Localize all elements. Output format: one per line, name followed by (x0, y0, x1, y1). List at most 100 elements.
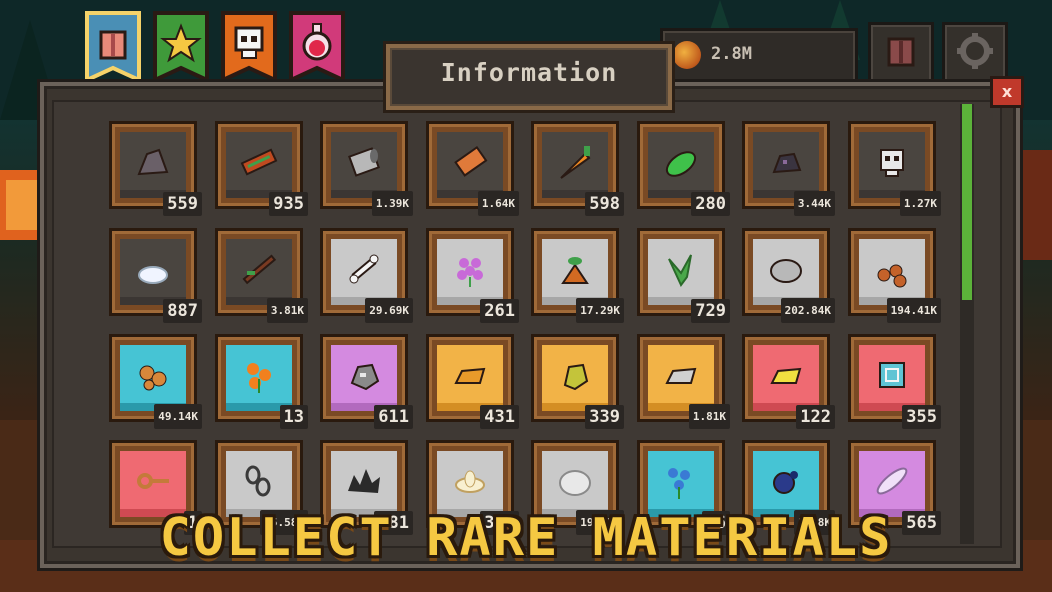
ore-icon (139, 365, 167, 391)
item-slot-background (437, 132, 503, 198)
item-slot[interactable]: 1.39K (320, 121, 413, 216)
blue-flower-icon (668, 468, 690, 499)
item-slot[interactable]: 1.64K (426, 121, 519, 216)
item-slot-background (331, 239, 397, 305)
stone-icon (770, 259, 802, 283)
item-slot[interactable]: 202.84K (742, 228, 835, 323)
herb-icon (668, 254, 692, 287)
item-count: 1.27K (899, 191, 941, 216)
chain-icon (245, 465, 271, 497)
item-slot-background (542, 345, 608, 411)
item-count: 559 (163, 192, 202, 216)
item-count: 887 (163, 299, 202, 323)
plate-icon (559, 470, 591, 496)
item-slot[interactable]: 431 (426, 334, 519, 429)
item-slot[interactable]: 49.14K (109, 334, 202, 429)
item-count: 935 (269, 192, 308, 216)
item-slot[interactable]: 3.44K (742, 121, 835, 216)
item-slot-background (648, 239, 714, 305)
skull-icon (880, 149, 904, 177)
gear-icon (957, 33, 993, 69)
tab-potion[interactable] (288, 10, 346, 84)
close-button[interactable]: x (990, 76, 1024, 108)
item-slot-background (753, 345, 819, 411)
item-count: 49.14K (154, 404, 202, 429)
flower-icon (457, 258, 483, 287)
item-slot[interactable]: 729 (637, 228, 730, 323)
item-count: 3.81K (266, 298, 308, 323)
item-count: 611 (374, 405, 413, 429)
item-slot[interactable]: 3.81K (215, 228, 308, 323)
item-count: 13 (279, 405, 308, 429)
item-slot[interactable]: 355 (848, 334, 941, 429)
log-icon (240, 148, 278, 176)
item-slot[interactable]: 339 (531, 334, 624, 429)
item-count: 729 (691, 299, 730, 323)
item-slot-background (226, 132, 292, 198)
item-slot[interactable]: 261 (426, 228, 519, 323)
item-count: 355 (902, 405, 941, 429)
item-count: 1.64K (477, 191, 519, 216)
item-slot-background (648, 345, 714, 411)
item-count: 1.39K (371, 191, 413, 216)
item-slot-background (859, 239, 925, 305)
berry-icon (773, 471, 798, 494)
rune-stone-icon (879, 362, 905, 388)
coin-amount: 2.8M (711, 44, 752, 64)
item-slot-background (331, 132, 397, 198)
item-count: 29.69K (365, 298, 413, 323)
item-slot[interactable]: 887 (109, 228, 202, 323)
item-slot[interactable]: 611 (320, 334, 413, 429)
inventory-button[interactable] (868, 22, 934, 84)
item-slot[interactable]: 559 (109, 121, 202, 216)
item-slot-background (753, 239, 819, 305)
dark-bush-icon (348, 469, 380, 493)
item-count: 261 (480, 299, 519, 323)
item-slot[interactable]: 935 (215, 121, 308, 216)
item-slot-background (226, 345, 292, 411)
item-slot[interactable]: 1.27K (848, 121, 941, 216)
iron-bar-icon (665, 367, 697, 384)
inventory-icon (887, 37, 915, 67)
coin-balance: 2.8M (660, 28, 858, 84)
item-slot[interactable]: 29.69K (320, 228, 413, 323)
item-slot[interactable]: 598 (531, 121, 624, 216)
leaf-icon (665, 151, 697, 177)
item-count: 17.29K (576, 298, 624, 323)
gold-nugget-icon (563, 363, 589, 391)
item-count: 431 (480, 405, 519, 429)
settings-button[interactable] (942, 22, 1008, 84)
item-slot[interactable]: 13 (215, 334, 308, 429)
item-slot-background (542, 239, 608, 305)
inventory-icon (99, 30, 127, 60)
item-slot[interactable]: 194.41K (848, 228, 941, 323)
item-slot-background (859, 132, 925, 198)
tab-inventory[interactable] (84, 10, 142, 84)
panel-title: Information (440, 58, 618, 87)
item-slot[interactable]: 122 (742, 334, 835, 429)
tab-star[interactable] (152, 10, 210, 84)
item-count: 339 (585, 405, 624, 429)
scrollbar-thumb[interactable] (962, 104, 972, 300)
tab-skull[interactable] (220, 10, 278, 84)
item-count: 280 (691, 192, 730, 216)
firewood-icon (877, 264, 907, 288)
feather-icon (876, 467, 908, 495)
item-slot[interactable]: 280 (637, 121, 730, 216)
sprout-icon (561, 257, 589, 284)
item-count: 194.41K (886, 298, 941, 323)
item-slot[interactable]: 1.81K (637, 334, 730, 429)
item-slot-background (120, 345, 186, 411)
item-count: 3.44K (793, 191, 835, 216)
stick-icon (242, 254, 277, 285)
item-count: 1.81K (688, 404, 730, 429)
item-slot[interactable]: 17.29K (531, 228, 624, 323)
item-count: 598 (585, 192, 624, 216)
item-slot-background (226, 239, 292, 305)
item-slot-background (120, 239, 186, 305)
yellow-bar-icon (770, 367, 802, 384)
item-slot-background (331, 345, 397, 411)
coin-icon (673, 41, 701, 69)
item-count: 122 (796, 405, 835, 429)
coal-icon (772, 152, 802, 174)
